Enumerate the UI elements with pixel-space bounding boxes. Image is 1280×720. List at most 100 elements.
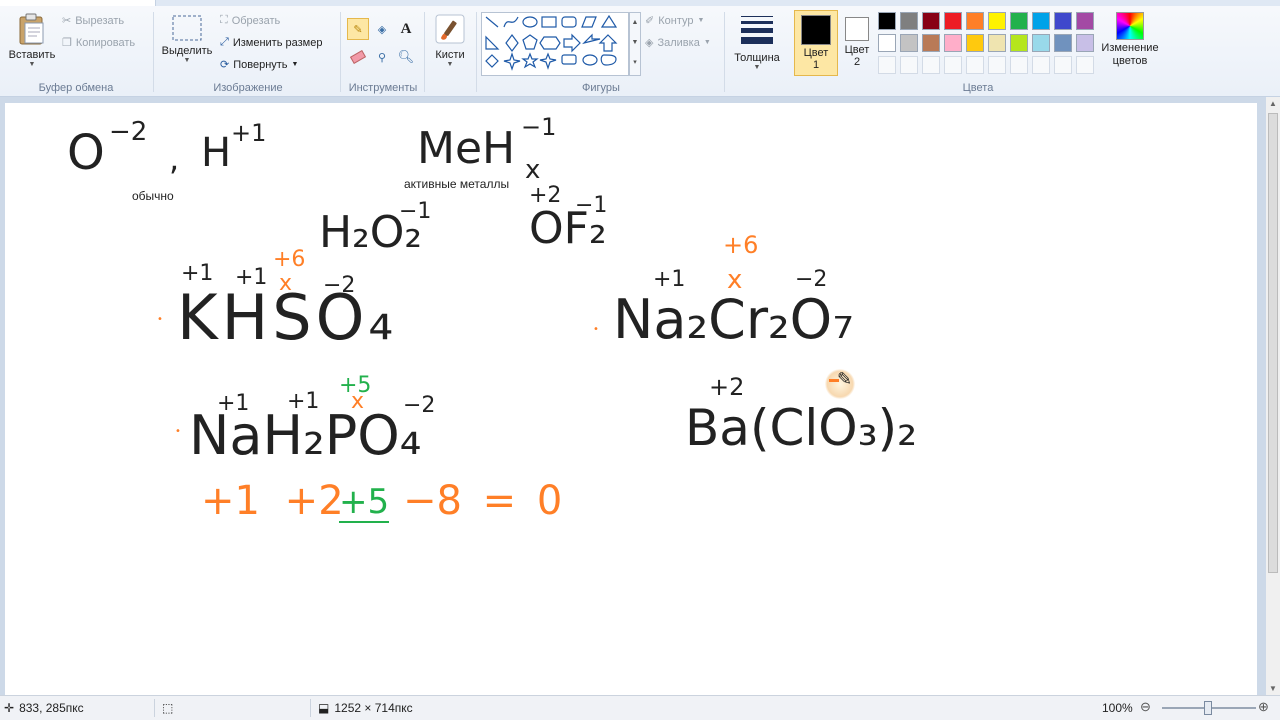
color2-button[interactable]: Цвет 2: [840, 10, 874, 76]
custom-color-slot[interactable]: [922, 56, 940, 74]
hw-h2o2-ox: −1: [399, 199, 432, 224]
eraser-tool[interactable]: [347, 46, 369, 68]
edit-colors-button[interactable]: Изменение цветов: [1098, 12, 1162, 68]
shapes-gallery[interactable]: [481, 12, 629, 76]
scroll-thumb[interactable]: [1268, 113, 1278, 573]
custom-color-slot[interactable]: [988, 56, 1006, 74]
selection-icon: ⬚: [162, 701, 174, 715]
custom-color-slot[interactable]: [944, 56, 962, 74]
palette-swatch[interactable]: [966, 12, 984, 30]
resize-button[interactable]: ⤢ Изменить размер: [220, 36, 322, 49]
separator: [424, 12, 425, 92]
zoom-slider-thumb[interactable]: [1204, 701, 1212, 715]
edit-colors-label: Изменение цветов: [1101, 42, 1159, 67]
hw-bullet: •: [593, 324, 599, 335]
custom-color-slot[interactable]: [1010, 56, 1028, 74]
scroll-up-arrow[interactable]: ▲: [1266, 99, 1280, 108]
zoom-out-button[interactable]: ⊖: [1140, 699, 1151, 715]
rotate-dropdown-icon: ▼: [291, 61, 299, 68]
palette-swatch[interactable]: [1076, 34, 1094, 52]
status-separator: [154, 699, 155, 717]
custom-color-slot[interactable]: [1076, 56, 1094, 74]
rotate-button[interactable]: ⟳ Повернуть ▼: [220, 58, 299, 72]
palette-swatch[interactable]: [944, 34, 962, 52]
palette-swatch[interactable]: [1054, 34, 1072, 52]
shapes-group: ▲ ▼ ▾ ✐ Контур ▼ ◈ Заливка ▼ Фигуры: [479, 8, 723, 96]
hw-na2cr2o7-ox-cr: +6: [723, 231, 759, 259]
color1-button[interactable]: Цвет 1: [794, 10, 838, 76]
clipboard-group-label: Буфер обмена: [38, 82, 114, 94]
size-button[interactable]: Толщина ▼: [729, 12, 785, 71]
hw-hydrogen: H: [201, 130, 232, 176]
copy-button[interactable]: ❐ Копировать: [62, 36, 136, 50]
palette-swatch[interactable]: [1054, 12, 1072, 30]
shapes-scroll[interactable]: ▲ ▼ ▾: [629, 12, 641, 76]
hw-nah2po4-ox-na: +1: [217, 391, 250, 416]
cut-button[interactable]: ✂ Вырезать: [62, 14, 124, 28]
vertical-scrollbar[interactable]: ▲ ▼: [1266, 97, 1280, 695]
separator: [476, 12, 477, 92]
palette-swatch[interactable]: [988, 12, 1006, 30]
palette-swatch[interactable]: [1010, 34, 1028, 52]
zoom-in-button[interactable]: ⊕: [1258, 699, 1269, 715]
paste-label: Вставить: [8, 49, 56, 61]
brushes-button[interactable]: Кисти ▼: [428, 12, 472, 68]
paste-button[interactable]: Вставить ▼: [6, 12, 58, 68]
zoom-value: 100%: [1102, 701, 1133, 715]
eyedropper-icon: ⚲: [377, 51, 387, 64]
pencil-tool[interactable]: ✎: [347, 18, 369, 40]
custom-color-slot[interactable]: [966, 56, 984, 74]
copy-label: Копировать: [75, 36, 136, 49]
custom-color-slot[interactable]: [878, 56, 896, 74]
fill-button[interactable]: ◈ Заливка ▼: [645, 36, 711, 50]
palette-swatch[interactable]: [1076, 12, 1094, 30]
canvas-size: ⬓ 1252 × 714пкс: [318, 701, 413, 715]
resize-label: Изменить размер: [232, 36, 323, 49]
crop-button[interactable]: ⛶ Обрезать: [220, 14, 280, 27]
size-dropdown-icon: ▼: [753, 64, 761, 71]
palette-swatch[interactable]: [988, 34, 1006, 52]
custom-color-slot[interactable]: [1054, 56, 1072, 74]
palette-swatch[interactable]: [900, 34, 918, 52]
scroll-down-arrow[interactable]: ▼: [1266, 684, 1280, 693]
palette-swatch[interactable]: [900, 12, 918, 30]
crosshair-icon: ✛: [4, 701, 15, 715]
hw-of2-ox-o: +2: [529, 183, 562, 208]
custom-color-slot[interactable]: [900, 56, 918, 74]
hw-baclo3: Ba(ClO₃)₂: [685, 399, 918, 457]
size-group: Толщина ▼: [727, 8, 787, 96]
color-picker-tool[interactable]: ⚲: [371, 46, 393, 68]
drawing-canvas[interactable]: O −2 , H +1 обычно MeH x −1 активные мет…: [5, 103, 1257, 695]
outline-button[interactable]: ✐ Контур ▼: [645, 14, 704, 28]
zoom-slider[interactable]: [1162, 701, 1256, 715]
cursor-position-value: 833, 285пкс: [19, 701, 84, 715]
hw-khso4-ox-k: +1: [181, 261, 214, 286]
copy-icon: ❐: [62, 37, 72, 49]
home-tab[interactable]: [0, 0, 156, 6]
palette-swatch[interactable]: [966, 34, 984, 52]
palette-swatch[interactable]: [1010, 12, 1028, 30]
palette-swatch[interactable]: [944, 12, 962, 30]
custom-color-slot[interactable]: [1032, 56, 1050, 74]
selection-size: ⬚: [162, 701, 173, 715]
palette-swatch[interactable]: [922, 12, 940, 30]
hw-sum-rest: −8 = 0: [403, 478, 563, 524]
fill-tool[interactable]: ◈: [371, 18, 393, 40]
palette-swatch[interactable]: [878, 12, 896, 30]
select-button[interactable]: Выделить ▼: [160, 14, 214, 64]
separator: [153, 12, 154, 92]
magnifier-icon: 🔍︎: [397, 49, 415, 64]
select-dropdown-icon[interactable]: ▼: [160, 57, 214, 64]
palette-swatch[interactable]: [922, 34, 940, 52]
palette-swatch[interactable]: [878, 34, 896, 52]
text-tool[interactable]: A: [395, 18, 417, 40]
select-label: Выделить: [161, 45, 213, 57]
paste-icon: [19, 13, 44, 45]
palette-swatch[interactable]: [1032, 34, 1050, 52]
magnifier-tool[interactable]: 🔍︎: [395, 46, 417, 68]
cursor-position: ✛ 833, 285пкс: [4, 701, 84, 715]
paste-dropdown-icon[interactable]: ▼: [6, 61, 58, 68]
brushes-dropdown-icon: ▼: [446, 61, 454, 68]
outline-icon: ✐: [645, 15, 655, 27]
palette-swatch[interactable]: [1032, 12, 1050, 30]
